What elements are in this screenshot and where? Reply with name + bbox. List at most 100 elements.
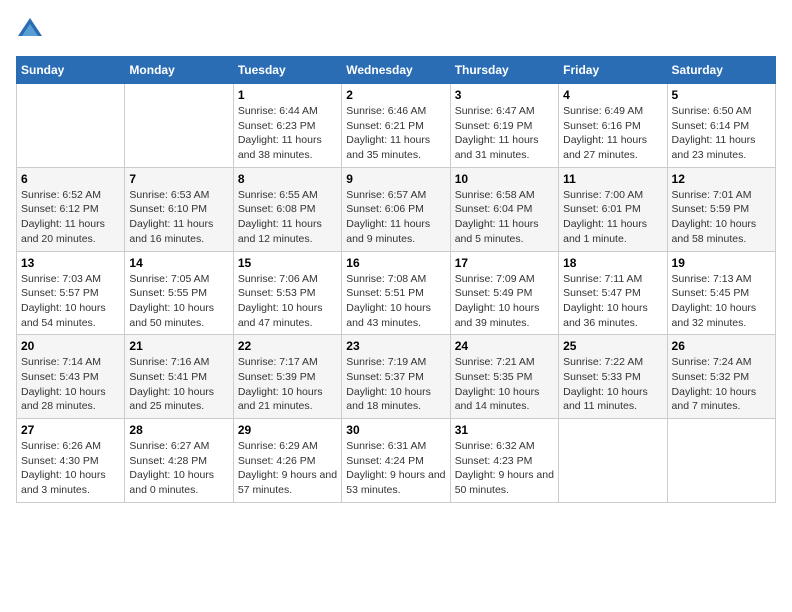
calendar-cell: 9 Sunrise: 6:57 AM Sunset: 6:06 PM Daylig… <box>342 167 450 251</box>
calendar-cell: 5 Sunrise: 6:50 AM Sunset: 6:14 PM Daylig… <box>667 84 775 168</box>
day-number: 12 <box>672 172 771 186</box>
calendar-cell: 27 Sunrise: 6:26 AM Sunset: 4:30 PM Dayli… <box>17 419 125 503</box>
day-detail: Sunrise: 6:44 AM Sunset: 6:23 PM Dayligh… <box>238 104 337 163</box>
day-number: 26 <box>672 339 771 353</box>
weekday-header-tuesday: Tuesday <box>233 57 341 84</box>
calendar-cell: 10 Sunrise: 6:58 AM Sunset: 6:04 PM Dayli… <box>450 167 558 251</box>
calendar-table: SundayMondayTuesdayWednesdayThursdayFrid… <box>16 56 776 503</box>
calendar-cell: 1 Sunrise: 6:44 AM Sunset: 6:23 PM Daylig… <box>233 84 341 168</box>
day-detail: Sunrise: 6:32 AM Sunset: 4:23 PM Dayligh… <box>455 439 554 498</box>
logo <box>16 16 48 44</box>
day-number: 20 <box>21 339 120 353</box>
logo-icon <box>16 16 44 44</box>
calendar-cell: 20 Sunrise: 7:14 AM Sunset: 5:43 PM Dayli… <box>17 335 125 419</box>
calendar-cell: 31 Sunrise: 6:32 AM Sunset: 4:23 PM Dayli… <box>450 419 558 503</box>
day-number: 11 <box>563 172 662 186</box>
day-number: 31 <box>455 423 554 437</box>
day-number: 14 <box>129 256 228 270</box>
calendar-cell: 23Sunrise: 7:19 AM Sunset: 5:37 PM Dayli… <box>342 335 450 419</box>
calendar-cell: 21 Sunrise: 7:16 AM Sunset: 5:41 PM Dayli… <box>125 335 233 419</box>
day-number: 13 <box>21 256 120 270</box>
calendar-cell: 29 Sunrise: 6:29 AM Sunset: 4:26 PM Dayli… <box>233 419 341 503</box>
day-number: 22 <box>238 339 337 353</box>
day-number: 7 <box>129 172 228 186</box>
day-detail: Sunrise: 7:19 AM Sunset: 5:37 PM Dayligh… <box>346 355 445 414</box>
calendar-cell: 22 Sunrise: 7:17 AM Sunset: 5:39 PM Dayli… <box>233 335 341 419</box>
day-number: 19 <box>672 256 771 270</box>
weekday-header-wednesday: Wednesday <box>342 57 450 84</box>
calendar-cell: 28 Sunrise: 6:27 AM Sunset: 4:28 PM Dayli… <box>125 419 233 503</box>
day-detail: Sunrise: 6:46 AM Sunset: 6:21 PM Dayligh… <box>346 104 445 163</box>
calendar-cell <box>125 84 233 168</box>
day-detail: Sunrise: 7:22 AM Sunset: 5:33 PM Dayligh… <box>563 355 662 414</box>
day-detail: Sunrise: 7:09 AM Sunset: 5:49 PM Dayligh… <box>455 272 554 331</box>
day-number: 4 <box>563 88 662 102</box>
day-detail: Sunrise: 6:27 AM Sunset: 4:28 PM Dayligh… <box>129 439 228 498</box>
calendar-cell <box>667 419 775 503</box>
day-number: 3 <box>455 88 554 102</box>
weekday-header-thursday: Thursday <box>450 57 558 84</box>
day-number: 25 <box>563 339 662 353</box>
day-detail: Sunrise: 6:55 AM Sunset: 6:08 PM Dayligh… <box>238 188 337 247</box>
calendar-cell: 12 Sunrise: 7:01 AM Sunset: 5:59 PM Dayli… <box>667 167 775 251</box>
weekday-header-row: SundayMondayTuesdayWednesdayThursdayFrid… <box>17 57 776 84</box>
day-number: 18 <box>563 256 662 270</box>
day-detail: Sunrise: 6:26 AM Sunset: 4:30 PM Dayligh… <box>21 439 120 498</box>
day-number: 10 <box>455 172 554 186</box>
calendar-week-row: 1 Sunrise: 6:44 AM Sunset: 6:23 PM Daylig… <box>17 84 776 168</box>
calendar-cell: 19 Sunrise: 7:13 AM Sunset: 5:45 PM Dayli… <box>667 251 775 335</box>
calendar-cell: 2 Sunrise: 6:46 AM Sunset: 6:21 PM Daylig… <box>342 84 450 168</box>
day-detail: Sunrise: 7:05 AM Sunset: 5:55 PM Dayligh… <box>129 272 228 331</box>
calendar-week-row: 13 Sunrise: 7:03 AM Sunset: 5:57 PM Dayli… <box>17 251 776 335</box>
day-number: 28 <box>129 423 228 437</box>
day-detail: Sunrise: 6:47 AM Sunset: 6:19 PM Dayligh… <box>455 104 554 163</box>
calendar-cell: 26Sunrise: 7:24 AM Sunset: 5:32 PM Dayli… <box>667 335 775 419</box>
day-number: 8 <box>238 172 337 186</box>
day-detail: Sunrise: 7:16 AM Sunset: 5:41 PM Dayligh… <box>129 355 228 414</box>
day-detail: Sunrise: 6:52 AM Sunset: 6:12 PM Dayligh… <box>21 188 120 247</box>
day-detail: Sunrise: 6:58 AM Sunset: 6:04 PM Dayligh… <box>455 188 554 247</box>
day-number: 17 <box>455 256 554 270</box>
day-detail: Sunrise: 6:29 AM Sunset: 4:26 PM Dayligh… <box>238 439 337 498</box>
day-number: 29 <box>238 423 337 437</box>
day-number: 5 <box>672 88 771 102</box>
calendar-week-row: 27 Sunrise: 6:26 AM Sunset: 4:30 PM Dayli… <box>17 419 776 503</box>
day-detail: Sunrise: 6:50 AM Sunset: 6:14 PM Dayligh… <box>672 104 771 163</box>
day-detail: Sunrise: 7:06 AM Sunset: 5:53 PM Dayligh… <box>238 272 337 331</box>
day-detail: Sunrise: 7:17 AM Sunset: 5:39 PM Dayligh… <box>238 355 337 414</box>
calendar-cell: 7Sunrise: 6:53 AM Sunset: 6:10 PM Daylig… <box>125 167 233 251</box>
calendar-week-row: 20 Sunrise: 7:14 AM Sunset: 5:43 PM Dayli… <box>17 335 776 419</box>
calendar-cell: 14 Sunrise: 7:05 AM Sunset: 5:55 PM Dayli… <box>125 251 233 335</box>
page-header <box>16 16 776 44</box>
calendar-cell: 8 Sunrise: 6:55 AM Sunset: 6:08 PM Daylig… <box>233 167 341 251</box>
weekday-header-friday: Friday <box>559 57 667 84</box>
weekday-header-monday: Monday <box>125 57 233 84</box>
calendar-cell: 11Sunrise: 7:00 AM Sunset: 6:01 PM Dayli… <box>559 167 667 251</box>
day-detail: Sunrise: 7:03 AM Sunset: 5:57 PM Dayligh… <box>21 272 120 331</box>
day-number: 9 <box>346 172 445 186</box>
day-number: 6 <box>21 172 120 186</box>
day-number: 27 <box>21 423 120 437</box>
day-detail: Sunrise: 7:11 AM Sunset: 5:47 PM Dayligh… <box>563 272 662 331</box>
day-number: 2 <box>346 88 445 102</box>
day-number: 21 <box>129 339 228 353</box>
day-detail: Sunrise: 7:14 AM Sunset: 5:43 PM Dayligh… <box>21 355 120 414</box>
calendar-cell: 15Sunrise: 7:06 AM Sunset: 5:53 PM Dayli… <box>233 251 341 335</box>
calendar-cell: 25 Sunrise: 7:22 AM Sunset: 5:33 PM Dayli… <box>559 335 667 419</box>
calendar-cell: 16Sunrise: 7:08 AM Sunset: 5:51 PM Dayli… <box>342 251 450 335</box>
day-number: 1 <box>238 88 337 102</box>
calendar-cell: 4 Sunrise: 6:49 AM Sunset: 6:16 PM Daylig… <box>559 84 667 168</box>
day-number: 30 <box>346 423 445 437</box>
calendar-cell: 18 Sunrise: 7:11 AM Sunset: 5:47 PM Dayli… <box>559 251 667 335</box>
day-detail: Sunrise: 6:57 AM Sunset: 6:06 PM Dayligh… <box>346 188 445 247</box>
day-detail: Sunrise: 7:21 AM Sunset: 5:35 PM Dayligh… <box>455 355 554 414</box>
calendar-week-row: 6 Sunrise: 6:52 AM Sunset: 6:12 PM Daylig… <box>17 167 776 251</box>
day-detail: Sunrise: 7:01 AM Sunset: 5:59 PM Dayligh… <box>672 188 771 247</box>
day-detail: Sunrise: 7:13 AM Sunset: 5:45 PM Dayligh… <box>672 272 771 331</box>
day-detail: Sunrise: 7:08 AM Sunset: 5:51 PM Dayligh… <box>346 272 445 331</box>
day-detail: Sunrise: 6:49 AM Sunset: 6:16 PM Dayligh… <box>563 104 662 163</box>
weekday-header-saturday: Saturday <box>667 57 775 84</box>
calendar-cell: 17 Sunrise: 7:09 AM Sunset: 5:49 PM Dayli… <box>450 251 558 335</box>
calendar-cell: 24Sunrise: 7:21 AM Sunset: 5:35 PM Dayli… <box>450 335 558 419</box>
calendar-cell <box>559 419 667 503</box>
